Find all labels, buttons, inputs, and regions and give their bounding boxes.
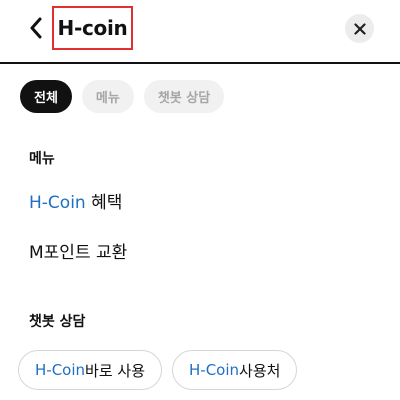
search-query-text: H-coin: [57, 16, 128, 40]
chatbot-section-title: 챗봇 상담: [29, 314, 86, 330]
tab-all[interactable]: 전체: [20, 80, 72, 113]
filter-tabs: 전체 메뉴 챗봇 상담: [20, 80, 225, 113]
close-button[interactable]: [345, 14, 374, 43]
menu-item-label: 혜택: [85, 193, 123, 213]
chatbot-chip-hcoin-places[interactable]: H-Coin 사용처: [172, 350, 298, 390]
chip-label: 바로 사용: [85, 361, 145, 380]
back-button[interactable]: [24, 16, 48, 40]
tab-menu[interactable]: 메뉴: [81, 80, 134, 113]
chip-label: 사용처: [239, 361, 281, 380]
app-header: H-coin: [0, 0, 400, 64]
menu-section-title: 메뉴: [29, 151, 55, 167]
chatbot-suggestions: H-Coin 바로 사용 H-Coin 사용처: [18, 350, 298, 390]
brand-text: H-Coin: [29, 193, 86, 213]
tab-chatbot[interactable]: 챗봇 상담: [143, 80, 225, 113]
menu-item-label: M포인트 교환: [29, 243, 128, 263]
menu-item-hcoin-benefit[interactable]: H-Coin 혜택: [29, 188, 122, 213]
menu-item-mpoint-exchange[interactable]: M포인트 교환: [29, 238, 127, 263]
chatbot-chip-hcoin-use[interactable]: H-Coin 바로 사용: [18, 350, 162, 390]
brand-text: H-Coin: [189, 361, 240, 379]
search-query-box[interactable]: H-coin: [52, 6, 133, 50]
chevron-left-icon: [30, 17, 42, 39]
close-icon: [353, 22, 366, 35]
brand-text: H-Coin: [35, 361, 86, 379]
